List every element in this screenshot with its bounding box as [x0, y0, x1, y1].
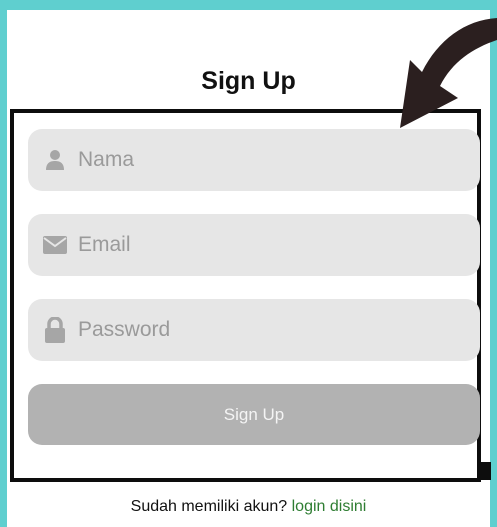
lock-icon	[42, 317, 68, 343]
user-icon	[42, 147, 68, 173]
curved-arrow-icon	[400, 18, 497, 128]
password-input[interactable]	[78, 318, 480, 342]
login-prompt: Sudah memiliki akun? login disini	[7, 498, 490, 516]
login-prompt-text: Sudah memiliki akun?	[130, 498, 288, 515]
name-input[interactable]	[78, 148, 480, 172]
envelope-icon	[42, 232, 68, 258]
login-link[interactable]: login disini	[292, 498, 367, 515]
sign-up-button[interactable]: Sign Up	[28, 384, 480, 445]
email-input[interactable]	[78, 233, 480, 257]
arrow-tail-mark	[477, 462, 491, 480]
email-field[interactable]	[28, 214, 480, 276]
password-field[interactable]	[28, 299, 480, 361]
